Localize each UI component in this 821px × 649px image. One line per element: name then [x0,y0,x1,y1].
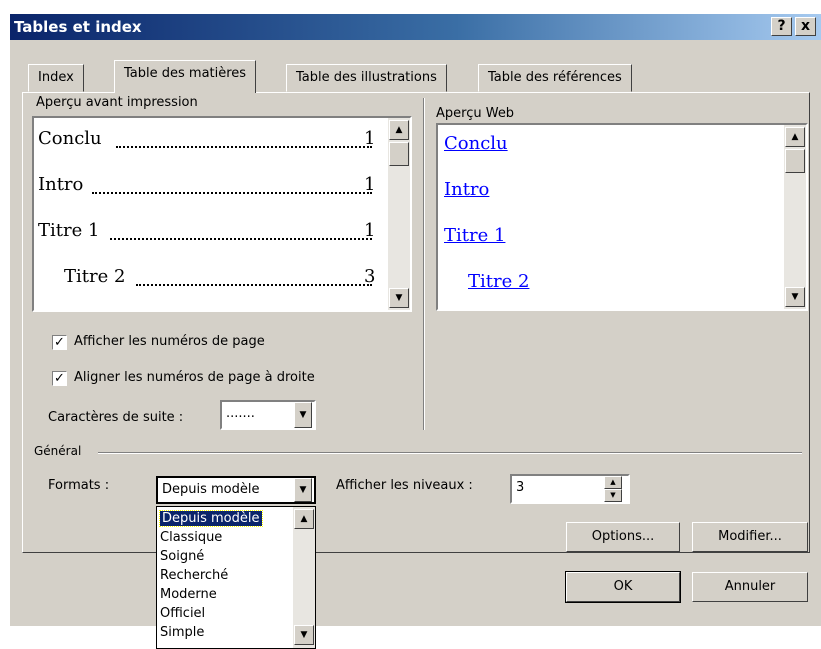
list-item[interactable]: Recherché [160,568,228,583]
dropdown-scrollbar[interactable]: ▲ ▼ [293,507,315,648]
list-item[interactable]: Simple [160,625,204,640]
list-item[interactable]: Depuis modèle [159,510,263,527]
window-title: Tables et index [14,18,142,36]
list-item[interactable]: Classique [160,530,222,545]
title-bar: Tables et index ? x [10,14,821,40]
cancel-button[interactable]: Annuler [692,572,808,602]
scroll-up-arrow-icon[interactable]: ▲ [294,509,314,529]
formats-dropdown-list[interactable]: Depuis modèle Classique Soigné Recherché… [156,506,316,649]
tab-table-des-matieres[interactable]: Table des matières [114,60,257,93]
tab-table-des-references[interactable]: Table des références [478,64,632,92]
close-button[interactable]: x [795,17,816,36]
ok-button[interactable]: OK [565,571,681,603]
tab-table-des-illustrations[interactable]: Table des illustrations [286,64,447,92]
tables-index-dialog: Tables et index ? x Index Table des mati… [10,14,821,626]
list-item[interactable]: Moderne [160,587,217,602]
help-button[interactable]: ? [771,17,792,36]
tab-panel [22,92,810,553]
list-item[interactable]: Officiel [160,606,205,621]
scroll-down-arrow-icon[interactable]: ▼ [294,625,314,645]
tab-index[interactable]: Index [28,64,84,92]
list-item[interactable]: Soigné [160,549,204,564]
